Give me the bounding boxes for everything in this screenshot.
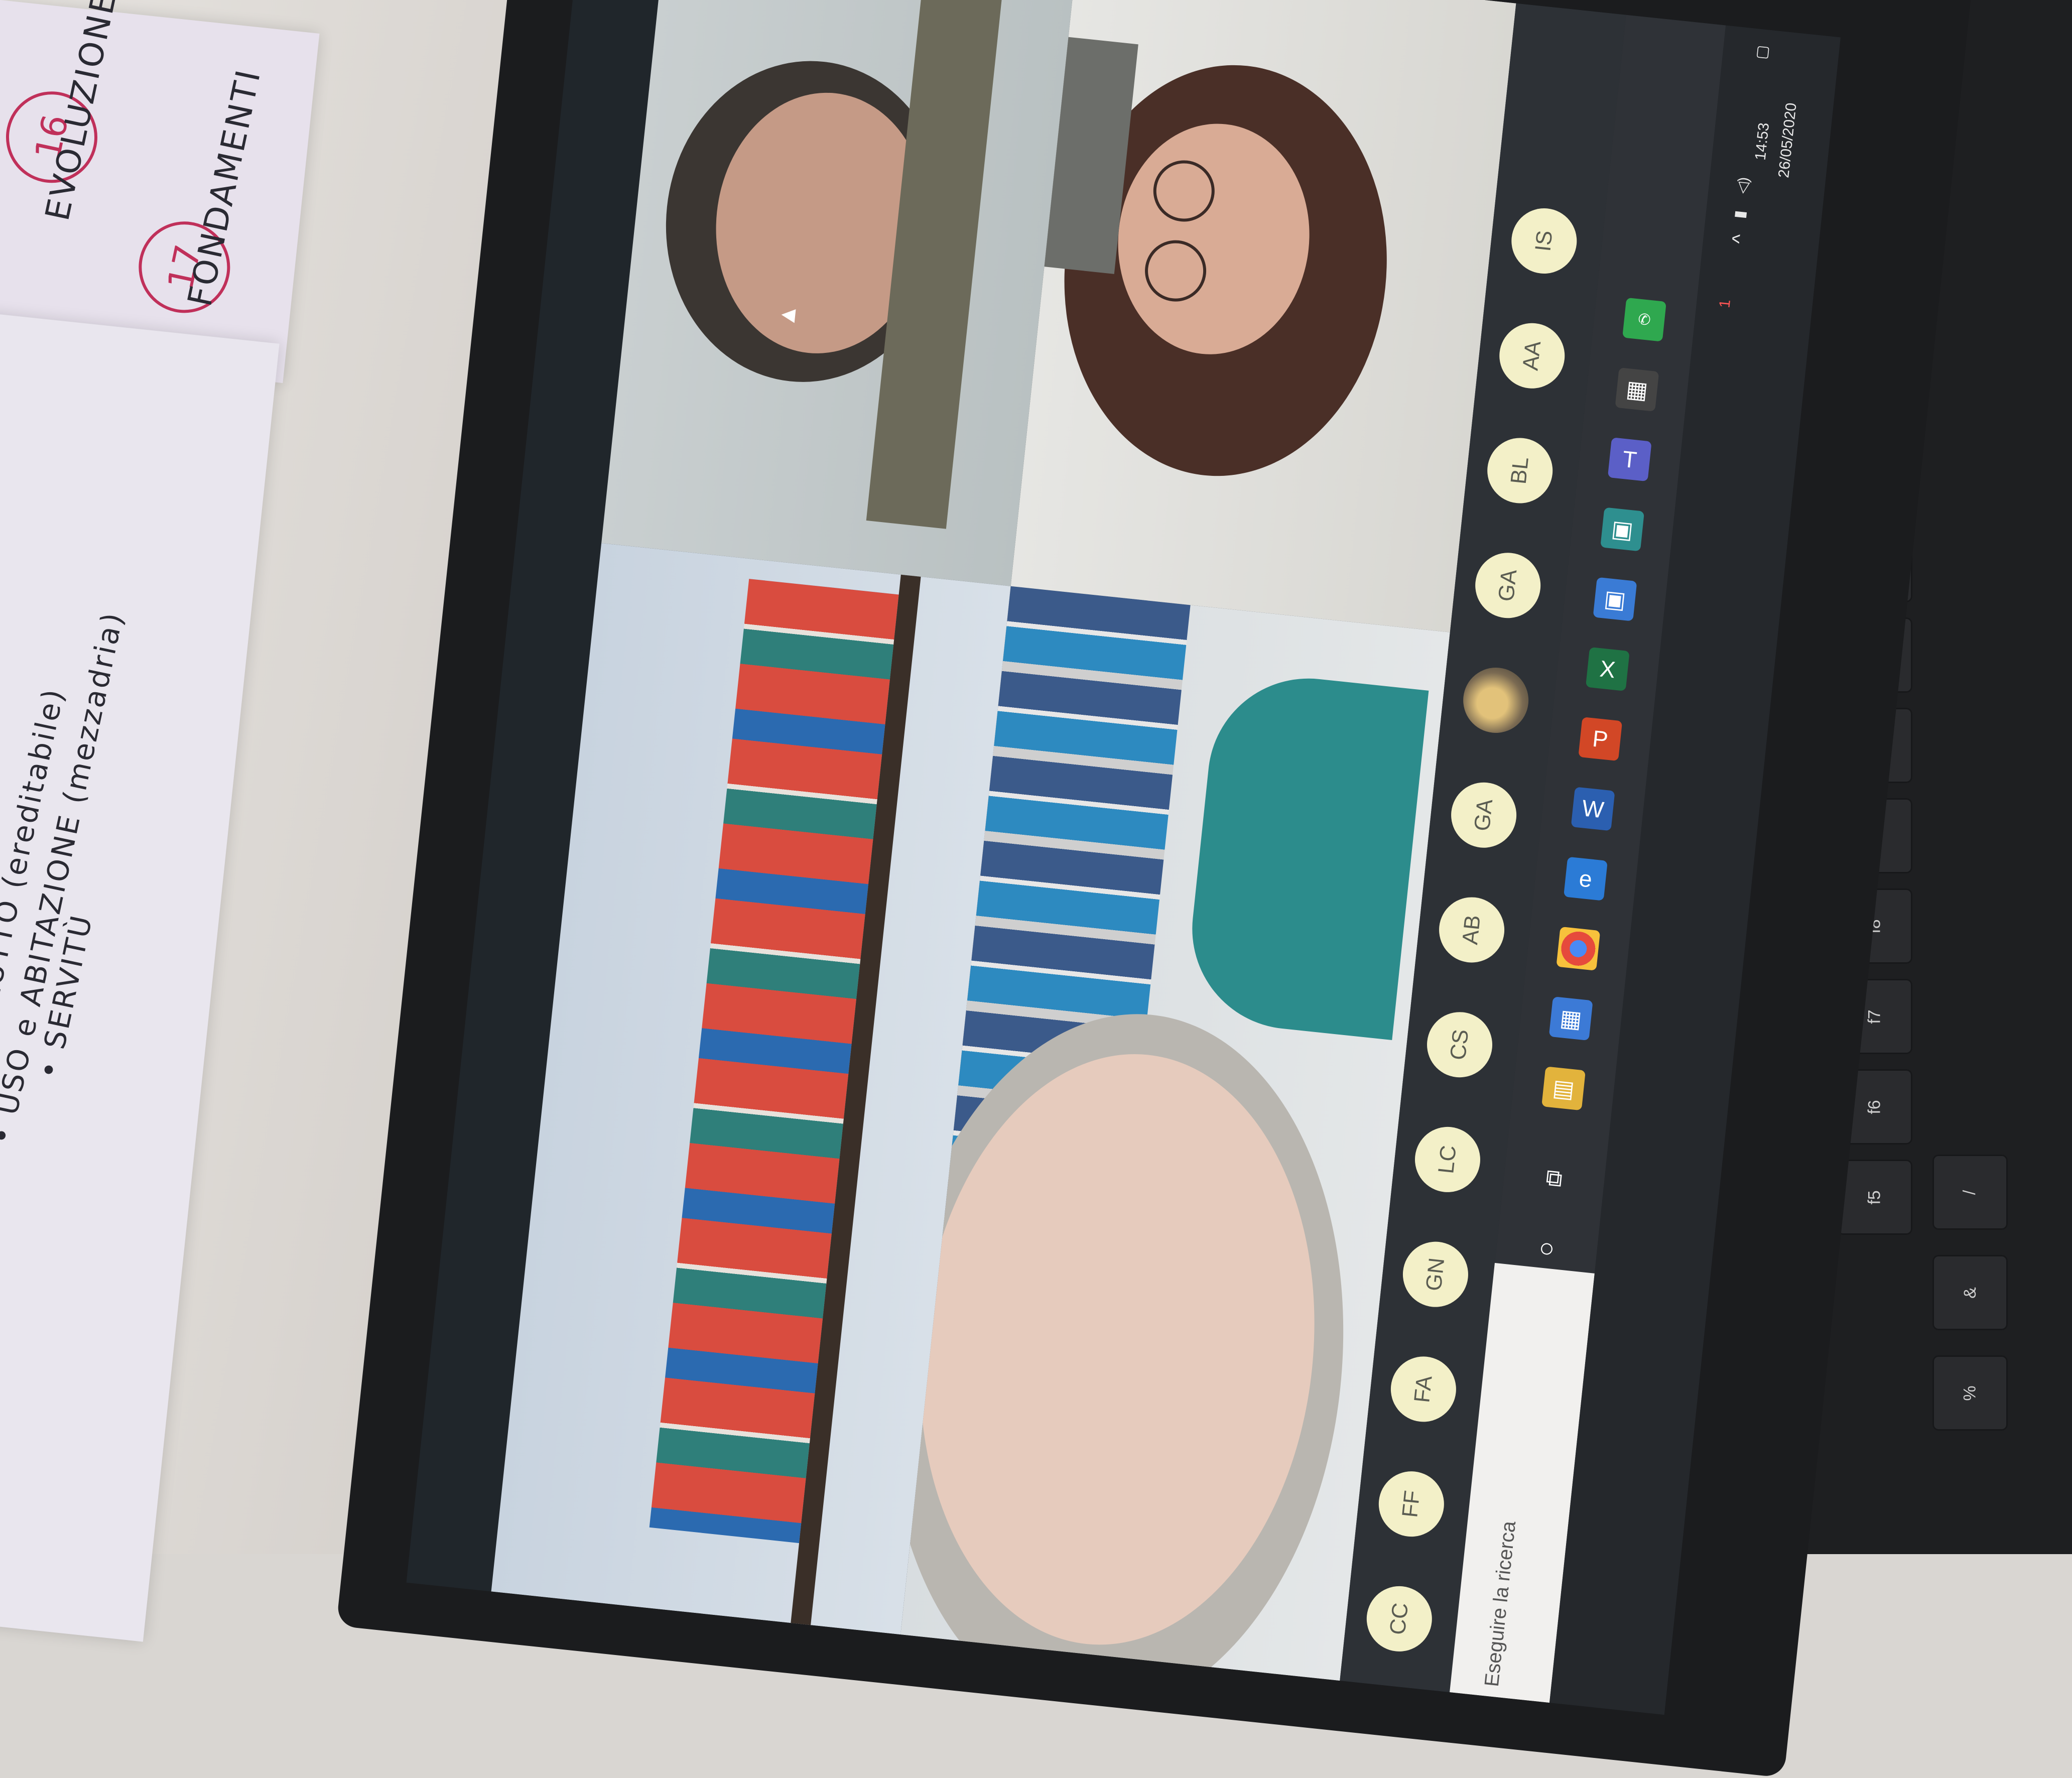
mouse-cursor-icon: ◄: [775, 300, 801, 328]
participant-avatar-aa[interactable]: AA: [1496, 320, 1568, 392]
notification-badge: 1: [1716, 299, 1734, 309]
app-icon[interactable]: ▣: [1593, 577, 1637, 621]
participant-avatar-is[interactable]: IS: [1508, 205, 1580, 277]
key-f5[interactable]: f5: [1837, 1160, 1912, 1235]
key-percent[interactable]: %: [1932, 1355, 2008, 1431]
clock-time[interactable]: 14:53: [1752, 122, 1773, 161]
store-icon[interactable]: ▦: [1548, 996, 1593, 1041]
search-placeholder: Eseguire la ricerca: [1480, 1520, 1520, 1688]
participant-avatar-ga-2[interactable]: GA: [1472, 549, 1544, 621]
participant-avatar-ab[interactable]: AB: [1436, 894, 1508, 966]
participant-avatar-cs[interactable]: CS: [1423, 1008, 1496, 1081]
teams-icon[interactable]: T: [1607, 437, 1652, 482]
note-text-fundamentals: FONDAMENTI: [180, 65, 269, 310]
participant-avatar-gn[interactable]: GN: [1399, 1238, 1472, 1311]
key-ampersand[interactable]: &: [1932, 1255, 2008, 1330]
task-view-icon[interactable]: ⧉: [1532, 1156, 1576, 1200]
chevron-up-icon[interactable]: ^: [1728, 233, 1752, 245]
participant-avatar-cc[interactable]: CC: [1363, 1583, 1436, 1655]
chrome-icon[interactable]: [1556, 926, 1601, 971]
excel-icon[interactable]: X: [1585, 647, 1630, 691]
volume-icon[interactable]: ◁): [1733, 176, 1752, 195]
powerpoint-icon[interactable]: P: [1578, 717, 1623, 761]
participant-avatar-ff[interactable]: FF: [1375, 1468, 1448, 1540]
word-icon[interactable]: W: [1571, 787, 1615, 831]
participant-avatar-lc[interactable]: LC: [1411, 1123, 1484, 1196]
video-tile-participant-2[interactable]: [1010, 0, 1516, 632]
participant-avatar-fa[interactable]: FA: [1387, 1353, 1460, 1425]
participant-avatar-photo[interactable]: [1460, 664, 1532, 736]
key-slash[interactable]: /: [1932, 1155, 2008, 1230]
app-icon[interactable]: ▣: [1600, 507, 1645, 552]
whatsapp-icon[interactable]: ✆: [1622, 297, 1666, 342]
participant-avatar-bl[interactable]: BL: [1484, 435, 1556, 506]
calculator-icon[interactable]: ▦: [1615, 367, 1659, 412]
participant-avatar-ga[interactable]: GA: [1448, 779, 1520, 851]
clock-date[interactable]: 26/05/2020: [1775, 102, 1800, 179]
chair-back: [1182, 668, 1429, 1041]
cortana-icon[interactable]: ○: [1525, 1226, 1569, 1271]
file-explorer-icon[interactable]: ▤: [1541, 1066, 1586, 1111]
screen: Esegui una ricerca o digita un comando ◄: [406, 0, 1841, 1715]
video-tile-participant-1[interactable]: ◄: [601, 0, 1077, 586]
edge-icon[interactable]: e: [1564, 856, 1608, 901]
network-icon[interactable]: ▮: [1731, 209, 1749, 219]
screen-bezel: Esegui una ricerca o digita un comando ◄: [336, 0, 1973, 1778]
action-center-icon[interactable]: ▢: [1753, 44, 1772, 60]
